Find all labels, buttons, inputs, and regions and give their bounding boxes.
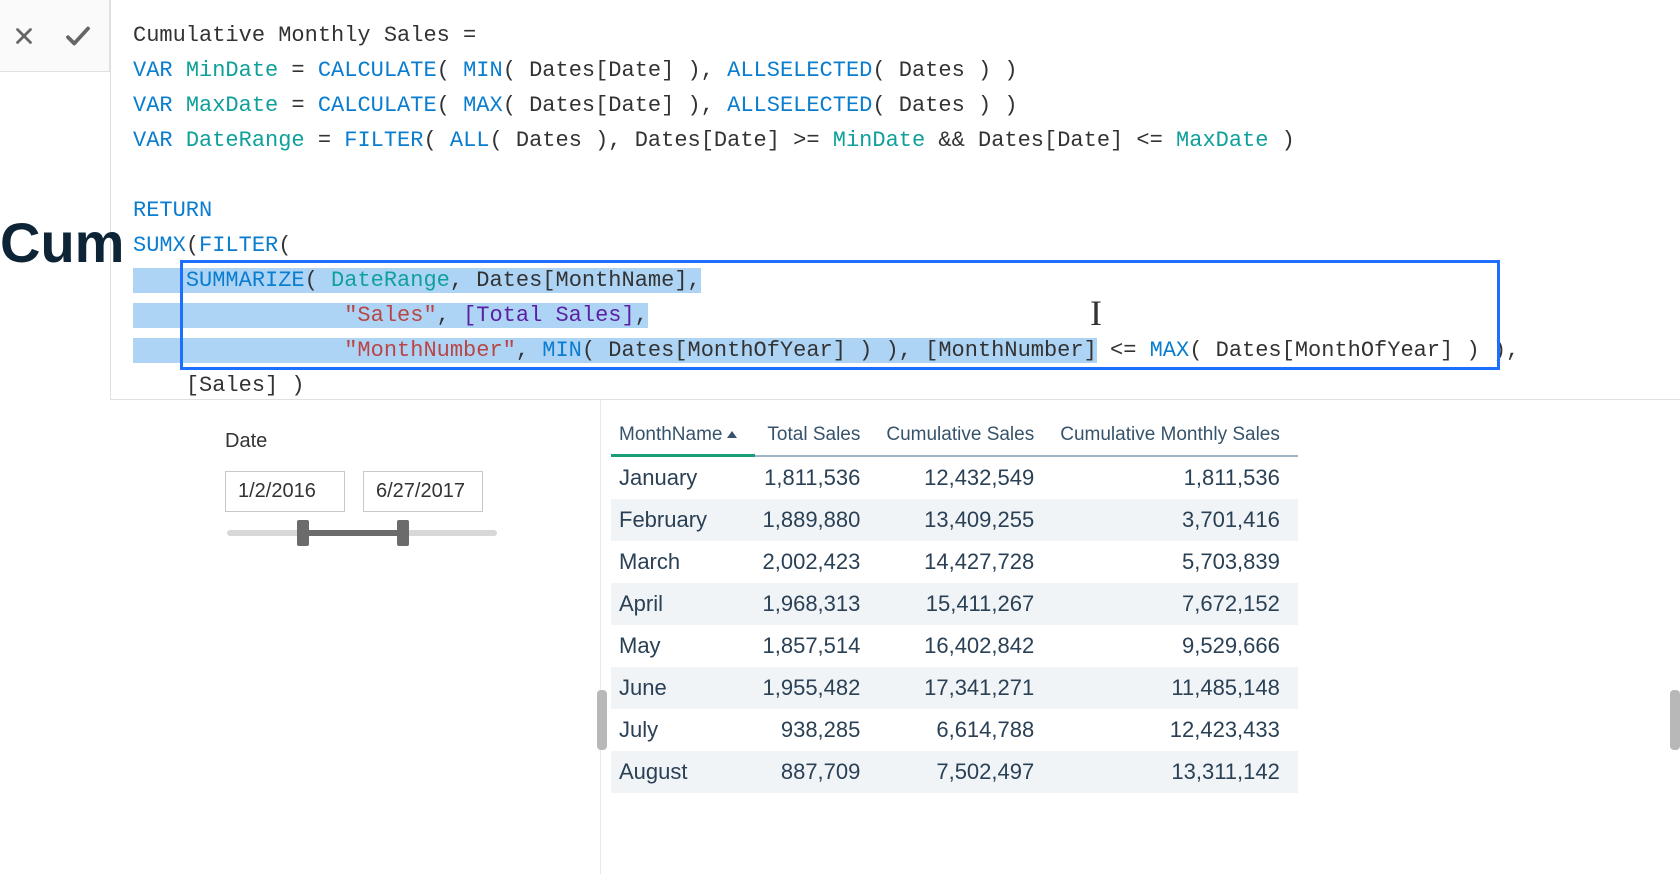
slicer-track[interactable] (227, 530, 497, 536)
cell-cum: 6,614,788 (878, 709, 1052, 751)
table-row[interactable]: June1,955,48217,341,27111,485,148 (611, 667, 1298, 709)
col-cumulative-monthly[interactable]: Cumulative Monthly Sales (1052, 416, 1298, 456)
data-table-visual[interactable]: MonthName Total Sales Cumulative Sales C… (600, 400, 1680, 874)
cell-month: May (611, 625, 755, 667)
slicer-handle-end[interactable] (397, 520, 409, 546)
formula-toolbar (0, 0, 110, 72)
cell-total: 887,709 (755, 751, 879, 793)
cell-total: 1,857,514 (755, 625, 879, 667)
cell-month: July (611, 709, 755, 751)
cell-total: 1,955,482 (755, 667, 879, 709)
cell-cum: 15,411,267 (878, 583, 1052, 625)
cell-month: February (611, 499, 755, 541)
scrollbar-right[interactable] (1670, 690, 1680, 750)
date-slicer[interactable]: Date 1/2/2016 6/27/2017 (0, 400, 600, 874)
dax-formula-editor[interactable]: Cumulative Monthly Sales = VAR MinDate =… (110, 0, 1680, 400)
cell-cum-monthly: 1,811,536 (1052, 456, 1298, 500)
cell-month: June (611, 667, 755, 709)
table-row[interactable]: August887,7097,502,49713,311,142 (611, 751, 1298, 793)
cell-month: March (611, 541, 755, 583)
cell-cum-monthly: 12,423,433 (1052, 709, 1298, 751)
report-canvas: Date 1/2/2016 6/27/2017 MonthName Total … (0, 400, 1680, 874)
table-row[interactable]: April1,968,31315,411,2677,672,152 (611, 583, 1298, 625)
slicer-from-input[interactable]: 1/2/2016 (225, 471, 345, 512)
cell-cum: 14,427,728 (878, 541, 1052, 583)
table-row[interactable]: July938,2856,614,78812,423,433 (611, 709, 1298, 751)
cancel-button[interactable] (6, 18, 42, 54)
cell-month: April (611, 583, 755, 625)
cell-month: January (611, 456, 755, 500)
cell-cum-monthly: 11,485,148 (1052, 667, 1298, 709)
sort-asc-icon (727, 431, 737, 438)
cell-cum-monthly: 3,701,416 (1052, 499, 1298, 541)
cell-total: 938,285 (755, 709, 879, 751)
cell-cum-monthly: 7,672,152 (1052, 583, 1298, 625)
cell-cum: 13,409,255 (878, 499, 1052, 541)
cell-cum: 17,341,271 (878, 667, 1052, 709)
table-row[interactable]: January1,811,53612,432,5491,811,536 (611, 456, 1298, 500)
cell-cum-monthly: 9,529,666 (1052, 625, 1298, 667)
data-table: MonthName Total Sales Cumulative Sales C… (611, 416, 1298, 793)
cell-month: August (611, 751, 755, 793)
scrollbar-table[interactable] (597, 690, 607, 750)
page-title-fragment: Cum (0, 210, 124, 275)
cell-total: 1,811,536 (755, 456, 879, 500)
col-monthname[interactable]: MonthName (611, 416, 755, 456)
cell-total: 2,002,423 (755, 541, 879, 583)
cell-cum: 7,502,497 (878, 751, 1052, 793)
cell-cum: 16,402,842 (878, 625, 1052, 667)
commit-button[interactable] (60, 18, 96, 54)
slicer-title: Date (225, 430, 600, 453)
cell-cum: 12,432,549 (878, 456, 1052, 500)
slicer-fill (301, 530, 401, 536)
cell-cum-monthly: 5,703,839 (1052, 541, 1298, 583)
slicer-handle-start[interactable] (297, 520, 309, 546)
table-row[interactable]: March2,002,42314,427,7285,703,839 (611, 541, 1298, 583)
cell-cum-monthly: 13,311,142 (1052, 751, 1298, 793)
table-row[interactable]: May1,857,51416,402,8429,529,666 (611, 625, 1298, 667)
cell-total: 1,889,880 (755, 499, 879, 541)
cell-total: 1,968,313 (755, 583, 879, 625)
col-total-sales[interactable]: Total Sales (755, 416, 879, 456)
slicer-to-input[interactable]: 6/27/2017 (363, 471, 483, 512)
col-cumulative-sales[interactable]: Cumulative Sales (878, 416, 1052, 456)
table-row[interactable]: February1,889,88013,409,2553,701,416 (611, 499, 1298, 541)
